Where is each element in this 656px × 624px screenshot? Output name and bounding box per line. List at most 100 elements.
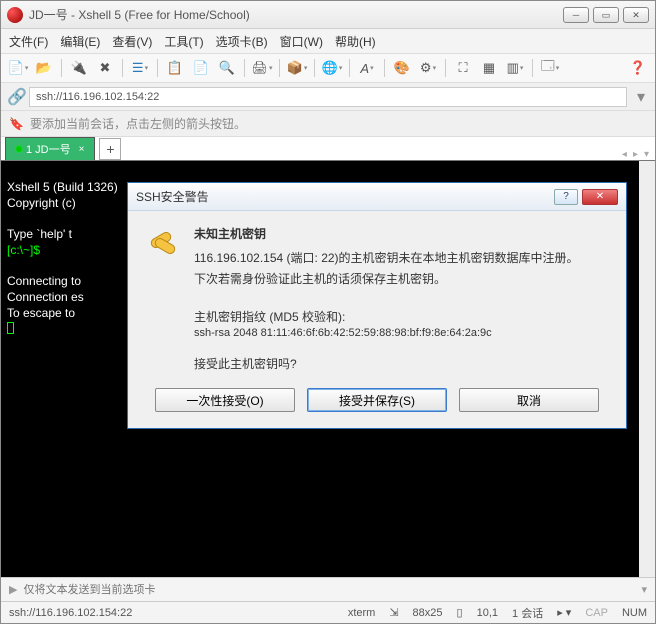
font-icon[interactable]: A	[356, 57, 378, 79]
properties-icon[interactable]: ☰	[129, 57, 151, 79]
menu-view[interactable]: 查看(V)	[112, 33, 152, 50]
script-icon[interactable]: ⚙	[417, 57, 439, 79]
reconnect-icon[interactable]: 🔌	[68, 57, 90, 79]
copy-icon[interactable]: 📋	[164, 57, 186, 79]
toolbar: 📄 📂 🔌 ✖ ☰ 📋 📄 🔍 🖨 📦 🌐 A 🎨 ⚙ ⛶ ▦ ▥ 🗔 ❓	[1, 53, 655, 83]
separator	[279, 59, 280, 77]
help-icon[interactable]: ❓	[627, 57, 649, 79]
session-tab[interactable]: 1 JD一号 ×	[5, 137, 95, 160]
accept-once-button[interactable]: 一次性接受(O)	[155, 388, 295, 412]
scrollbar[interactable]	[639, 161, 655, 577]
address-input[interactable]	[29, 87, 627, 107]
keys-icon	[146, 225, 180, 259]
term-prompt: [c:\~]$	[7, 243, 40, 257]
term-line: To escape to	[7, 306, 78, 320]
tab-list-icon[interactable]: ▾	[644, 149, 649, 160]
tab-next-icon[interactable]: ▸	[633, 149, 638, 160]
disconnect-icon[interactable]: ✖	[94, 57, 116, 79]
command-bar: ▶ ▾	[1, 577, 655, 601]
open-icon[interactable]: 📂	[33, 57, 55, 79]
menu-window[interactable]: 窗口(W)	[280, 33, 323, 50]
term-line: Xshell 5 (Build 1326)	[7, 180, 118, 194]
dialog-text-1: 116.196.102.154 (端口: 22)的主机密钥未在本地主机密钥数据库…	[194, 250, 608, 267]
status-dot-icon	[16, 146, 22, 152]
status-bar: ssh://116.196.102.154:22 xterm ⇲ 88x25 ▯…	[1, 601, 655, 623]
address-bar: 🔗 ▾	[1, 83, 655, 111]
dialog-help-button[interactable]: ?	[554, 189, 578, 205]
separator	[61, 59, 62, 77]
command-input[interactable]	[23, 581, 635, 599]
status-sessions: 1 会话	[512, 605, 543, 621]
status-num: NUM	[622, 607, 647, 619]
print-icon[interactable]: 🖨	[251, 57, 273, 79]
close-button[interactable]: ✕	[623, 7, 649, 23]
cursor-icon	[7, 322, 14, 334]
dialog-heading: 未知主机密钥	[194, 225, 608, 242]
resize-icon: ⇲	[389, 606, 398, 619]
fingerprint-label: 主机密钥指纹 (MD5 校验和):	[194, 308, 608, 325]
tab-close-icon[interactable]: ×	[79, 144, 85, 155]
dialog-title: SSH安全警告	[136, 188, 550, 205]
find-icon[interactable]: 🔍	[216, 57, 238, 79]
separator	[532, 59, 533, 77]
tab-prev-icon[interactable]: ◂	[622, 149, 627, 160]
minimize-button[interactable]: ─	[563, 7, 589, 23]
globe-icon[interactable]: 🌐	[321, 57, 343, 79]
chevron-down-icon[interactable]: ▾	[641, 583, 647, 596]
status-term: xterm	[348, 607, 376, 619]
status-size: 88x25	[413, 607, 443, 619]
titlebar: JD一号 - Xshell 5 (Free for Home/School) ─…	[1, 1, 655, 29]
ssh-warning-dialog: SSH安全警告 ? ✕ 未知主机密钥 116.196.102.154 (端口: …	[127, 182, 627, 429]
menu-edit[interactable]: 编辑(E)	[60, 33, 100, 50]
separator	[157, 59, 158, 77]
menu-tabs[interactable]: 选项卡(B)	[216, 33, 268, 50]
fingerprint-value: ssh-rsa 2048 81:11:46:6f:6b:42:52:59:88:…	[194, 327, 608, 339]
sessions-icon[interactable]: ▸ ▾	[557, 606, 571, 619]
term-line: Type `help' t	[7, 227, 72, 241]
new-session-icon[interactable]: 📄	[7, 57, 29, 79]
tile-icon[interactable]: ▦	[478, 57, 500, 79]
paste-icon[interactable]: 📄	[190, 57, 212, 79]
transfer-icon[interactable]: 📦	[286, 57, 308, 79]
separator	[384, 59, 385, 77]
status-cap: CAP	[585, 607, 608, 619]
tab-label: 1 JD一号	[26, 141, 71, 157]
chevron-down-icon[interactable]: ▾	[633, 87, 649, 107]
link-icon: 🔗	[7, 87, 23, 107]
menu-help[interactable]: 帮助(H)	[335, 33, 376, 50]
status-connection: ssh://116.196.102.154:22	[9, 607, 132, 619]
color-icon[interactable]: 🎨	[391, 57, 413, 79]
extra-icon[interactable]: 🗔	[539, 57, 561, 79]
layout-icon[interactable]: ▥	[504, 57, 526, 79]
term-line: Connection es	[7, 290, 84, 304]
separator	[349, 59, 350, 77]
accept-save-button[interactable]: 接受并保存(S)	[307, 388, 447, 412]
tab-bar: 1 JD一号 × + ◂ ▸ ▾	[1, 137, 655, 161]
dialog-titlebar: SSH安全警告 ? ✕	[128, 183, 626, 211]
app-logo-icon	[7, 7, 23, 23]
dialog-close-button[interactable]: ✕	[582, 189, 618, 205]
add-tab-button[interactable]: +	[99, 138, 121, 160]
cancel-button[interactable]: 取消	[459, 388, 599, 412]
status-pos: 10,1	[477, 607, 498, 619]
menubar: 文件(F) 编辑(E) 查看(V) 工具(T) 选项卡(B) 窗口(W) 帮助(…	[1, 29, 655, 53]
separator	[244, 59, 245, 77]
menu-file[interactable]: 文件(F)	[9, 33, 48, 50]
dialog-text-2: 下次若需身份验证此主机的话须保存主机密钥。	[194, 271, 608, 288]
menu-tools[interactable]: 工具(T)	[164, 33, 203, 50]
hint-bar: 🔖 要添加当前会话，点击左侧的箭头按钮。	[1, 111, 655, 137]
term-line: Copyright (c)	[7, 196, 79, 210]
send-icon[interactable]: ▶	[9, 583, 17, 596]
term-line: Connecting to	[7, 274, 84, 288]
separator	[445, 59, 446, 77]
maximize-button[interactable]: ▭	[593, 7, 619, 23]
fullscreen-icon[interactable]: ⛶	[452, 57, 474, 79]
bookmark-icon[interactable]: 🔖	[9, 117, 24, 131]
tab-nav: ◂ ▸ ▾	[622, 149, 649, 160]
hint-text: 要添加当前会话，点击左侧的箭头按钮。	[30, 115, 246, 132]
window-title: JD一号 - Xshell 5 (Free for Home/School)	[29, 6, 563, 23]
separator	[122, 59, 123, 77]
dialog-body: 未知主机密钥 116.196.102.154 (端口: 22)的主机密钥未在本地…	[128, 211, 626, 428]
dialog-question: 接受此主机密钥吗?	[194, 355, 608, 372]
position-icon: ▯	[457, 606, 463, 619]
